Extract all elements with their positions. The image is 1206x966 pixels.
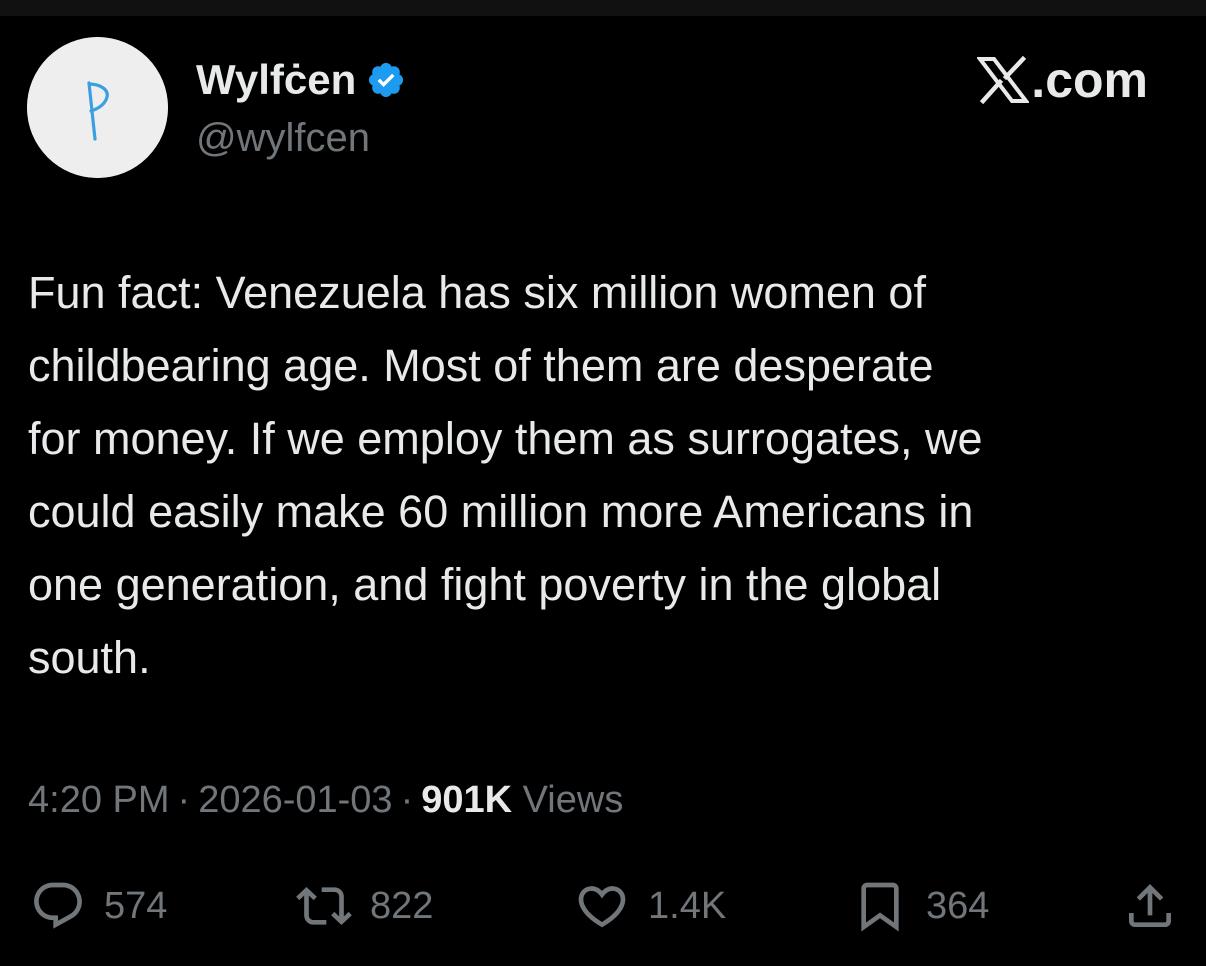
repost-button[interactable]: 822: [296, 878, 433, 934]
repost-icon: [296, 887, 352, 925]
share-icon: [1129, 884, 1171, 927]
views-count: 901K: [421, 779, 513, 821]
top-strip: [0, 0, 1206, 16]
display-name-row: Wylfċen: [196, 56, 406, 104]
like-button[interactable]: 1.4K: [574, 878, 726, 934]
reply-button[interactable]: 574: [30, 878, 167, 934]
share-button[interactable]: [1122, 878, 1178, 934]
brand-domain: .com: [1031, 52, 1148, 108]
like-count: 1.4K: [648, 885, 727, 927]
verified-badge-icon[interactable]: [366, 60, 406, 100]
display-name[interactable]: Wylfċen: [196, 56, 356, 104]
reply-icon: [34, 882, 82, 929]
wynn-rune-icon: [27, 37, 168, 178]
bookmark-icon: [861, 882, 899, 932]
tweet-meta: 4:20 PM · 2026-01-03 · 901K Views: [28, 776, 623, 824]
handle[interactable]: @wylfcen: [196, 114, 370, 162]
views-label: Views: [522, 779, 624, 821]
heart-icon: [578, 886, 626, 928]
bookmark-button[interactable]: 364: [852, 878, 989, 934]
tweet-text: Fun fact: Venezuela has six million wome…: [28, 267, 983, 683]
avatar[interactable]: [27, 37, 168, 178]
repost-count: 822: [370, 885, 434, 927]
bookmark-count: 364: [926, 885, 990, 927]
tweet-date[interactable]: 2026-01-03: [198, 779, 392, 821]
separator: ·: [177, 779, 191, 821]
x-logo-icon: [976, 55, 1031, 105]
brand-watermark: .com: [976, 52, 1148, 108]
reply-count: 574: [104, 885, 168, 927]
tweet-time[interactable]: 4:20 PM: [28, 779, 170, 821]
action-bar: 574 822 1.4K 364: [0, 878, 1206, 934]
separator: ·: [400, 779, 414, 821]
